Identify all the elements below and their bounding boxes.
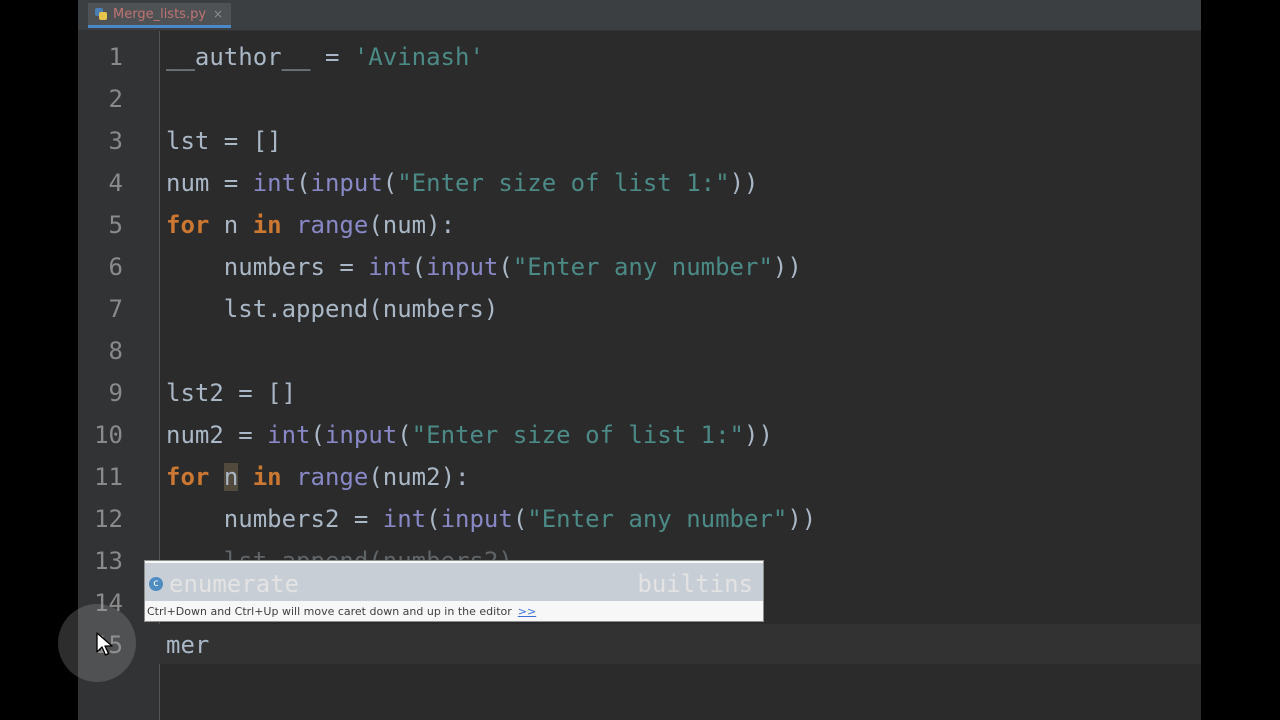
code-token: )): [729, 169, 759, 197]
code-line-12: numbers2 = int(input("Enter any number")…: [166, 498, 816, 540]
hint-text: Ctrl+Down and Ctrl+Up will move caret do…: [147, 605, 512, 618]
line-number: 5: [108, 211, 123, 239]
code-token: num =: [166, 169, 253, 197]
builtin-token: input: [324, 421, 398, 449]
code-line-4: num = int(input("Enter size of list 1:")…: [166, 162, 758, 204]
builtin-token: input: [310, 169, 383, 197]
string-literal: "Enter any number": [512, 253, 773, 281]
code-line-11: for n in range(num2):: [166, 456, 469, 498]
keyword-token: for: [166, 463, 210, 491]
builtin-token: int: [267, 421, 311, 449]
mouse-pointer-icon: [96, 632, 113, 656]
string-literal: 'Avinash': [353, 43, 484, 71]
code-token: (: [397, 421, 412, 449]
code-token: (: [310, 421, 325, 449]
more-link[interactable]: >>: [518, 605, 536, 618]
highlighted-variable: n: [223, 463, 239, 491]
code-token: num2 =: [166, 421, 268, 449]
code-token: numbers =: [166, 253, 369, 281]
code-token: )): [744, 421, 773, 449]
keyword-token: in: [252, 211, 282, 239]
completion-item[interactable]: c enumerate builtins: [145, 563, 763, 601]
line-number: 10: [94, 421, 123, 449]
code-line-15: mer: [166, 631, 210, 659]
line-number: 13: [94, 547, 123, 575]
window-background: [1201, 0, 1280, 720]
string-literal: "Enter any number": [527, 505, 788, 533]
line-number: 12: [94, 505, 123, 533]
completion-label: enumerate: [169, 570, 300, 598]
code-line-7: lst.append(numbers): [166, 295, 499, 323]
code-token: (: [498, 253, 513, 281]
code-token: (: [382, 169, 398, 197]
code-token: numbers2 =: [166, 505, 383, 533]
line-number: 3: [108, 127, 123, 155]
completion-source: builtins: [637, 570, 753, 598]
code-token: (: [426, 505, 441, 533]
class-icon: c: [149, 577, 163, 591]
code-token: n: [209, 211, 253, 239]
code-token: )): [787, 505, 817, 533]
line-number: 2: [108, 85, 123, 113]
builtin-token: range: [296, 211, 369, 239]
autocomplete-popup[interactable]: c enumerate builtins Ctrl+Down and Ctrl+…: [144, 560, 764, 622]
code-line-6: numbers = int(input("Enter any number")): [166, 246, 802, 288]
code-token: (: [296, 169, 311, 197]
line-number: 9: [108, 379, 123, 407]
builtin-token: range: [296, 463, 369, 491]
code-line-1: __author__ = 'Avinash': [166, 36, 484, 78]
builtin-token: input: [426, 253, 499, 281]
code-line-9: lst2 = []: [166, 379, 297, 407]
code-line-3: lst = []: [166, 127, 282, 155]
line-number: 6: [108, 253, 123, 281]
line-number: 1: [108, 43, 123, 71]
code-token: (: [512, 505, 528, 533]
line-number: 4: [108, 169, 123, 197]
line-number: 8: [108, 337, 123, 365]
code-line-10: num2 = int(input("Enter size of list 1:"…: [166, 414, 773, 456]
line-number: 7: [108, 295, 123, 323]
code-line-5: for n in range(num):: [166, 204, 455, 246]
code-token: __author__ =: [166, 43, 354, 71]
keyword-token: in: [252, 463, 282, 491]
completion-hint: Ctrl+Down and Ctrl+Up will move caret do…: [147, 605, 536, 618]
python-file-icon: [94, 7, 108, 21]
code-token: (num2):: [368, 463, 470, 491]
builtin-token: int: [368, 253, 412, 281]
builtin-token: int: [382, 505, 427, 533]
string-literal: "Enter size of list 1:": [411, 421, 745, 449]
code-token: (: [411, 253, 427, 281]
code-token: (num):: [368, 211, 456, 239]
builtin-token: input: [440, 505, 513, 533]
code-token: )): [772, 253, 802, 281]
keyword-token: for: [166, 211, 210, 239]
string-literal: "Enter size of list 1:": [397, 169, 730, 197]
builtin-token: int: [252, 169, 297, 197]
line-number: 11: [94, 463, 123, 491]
